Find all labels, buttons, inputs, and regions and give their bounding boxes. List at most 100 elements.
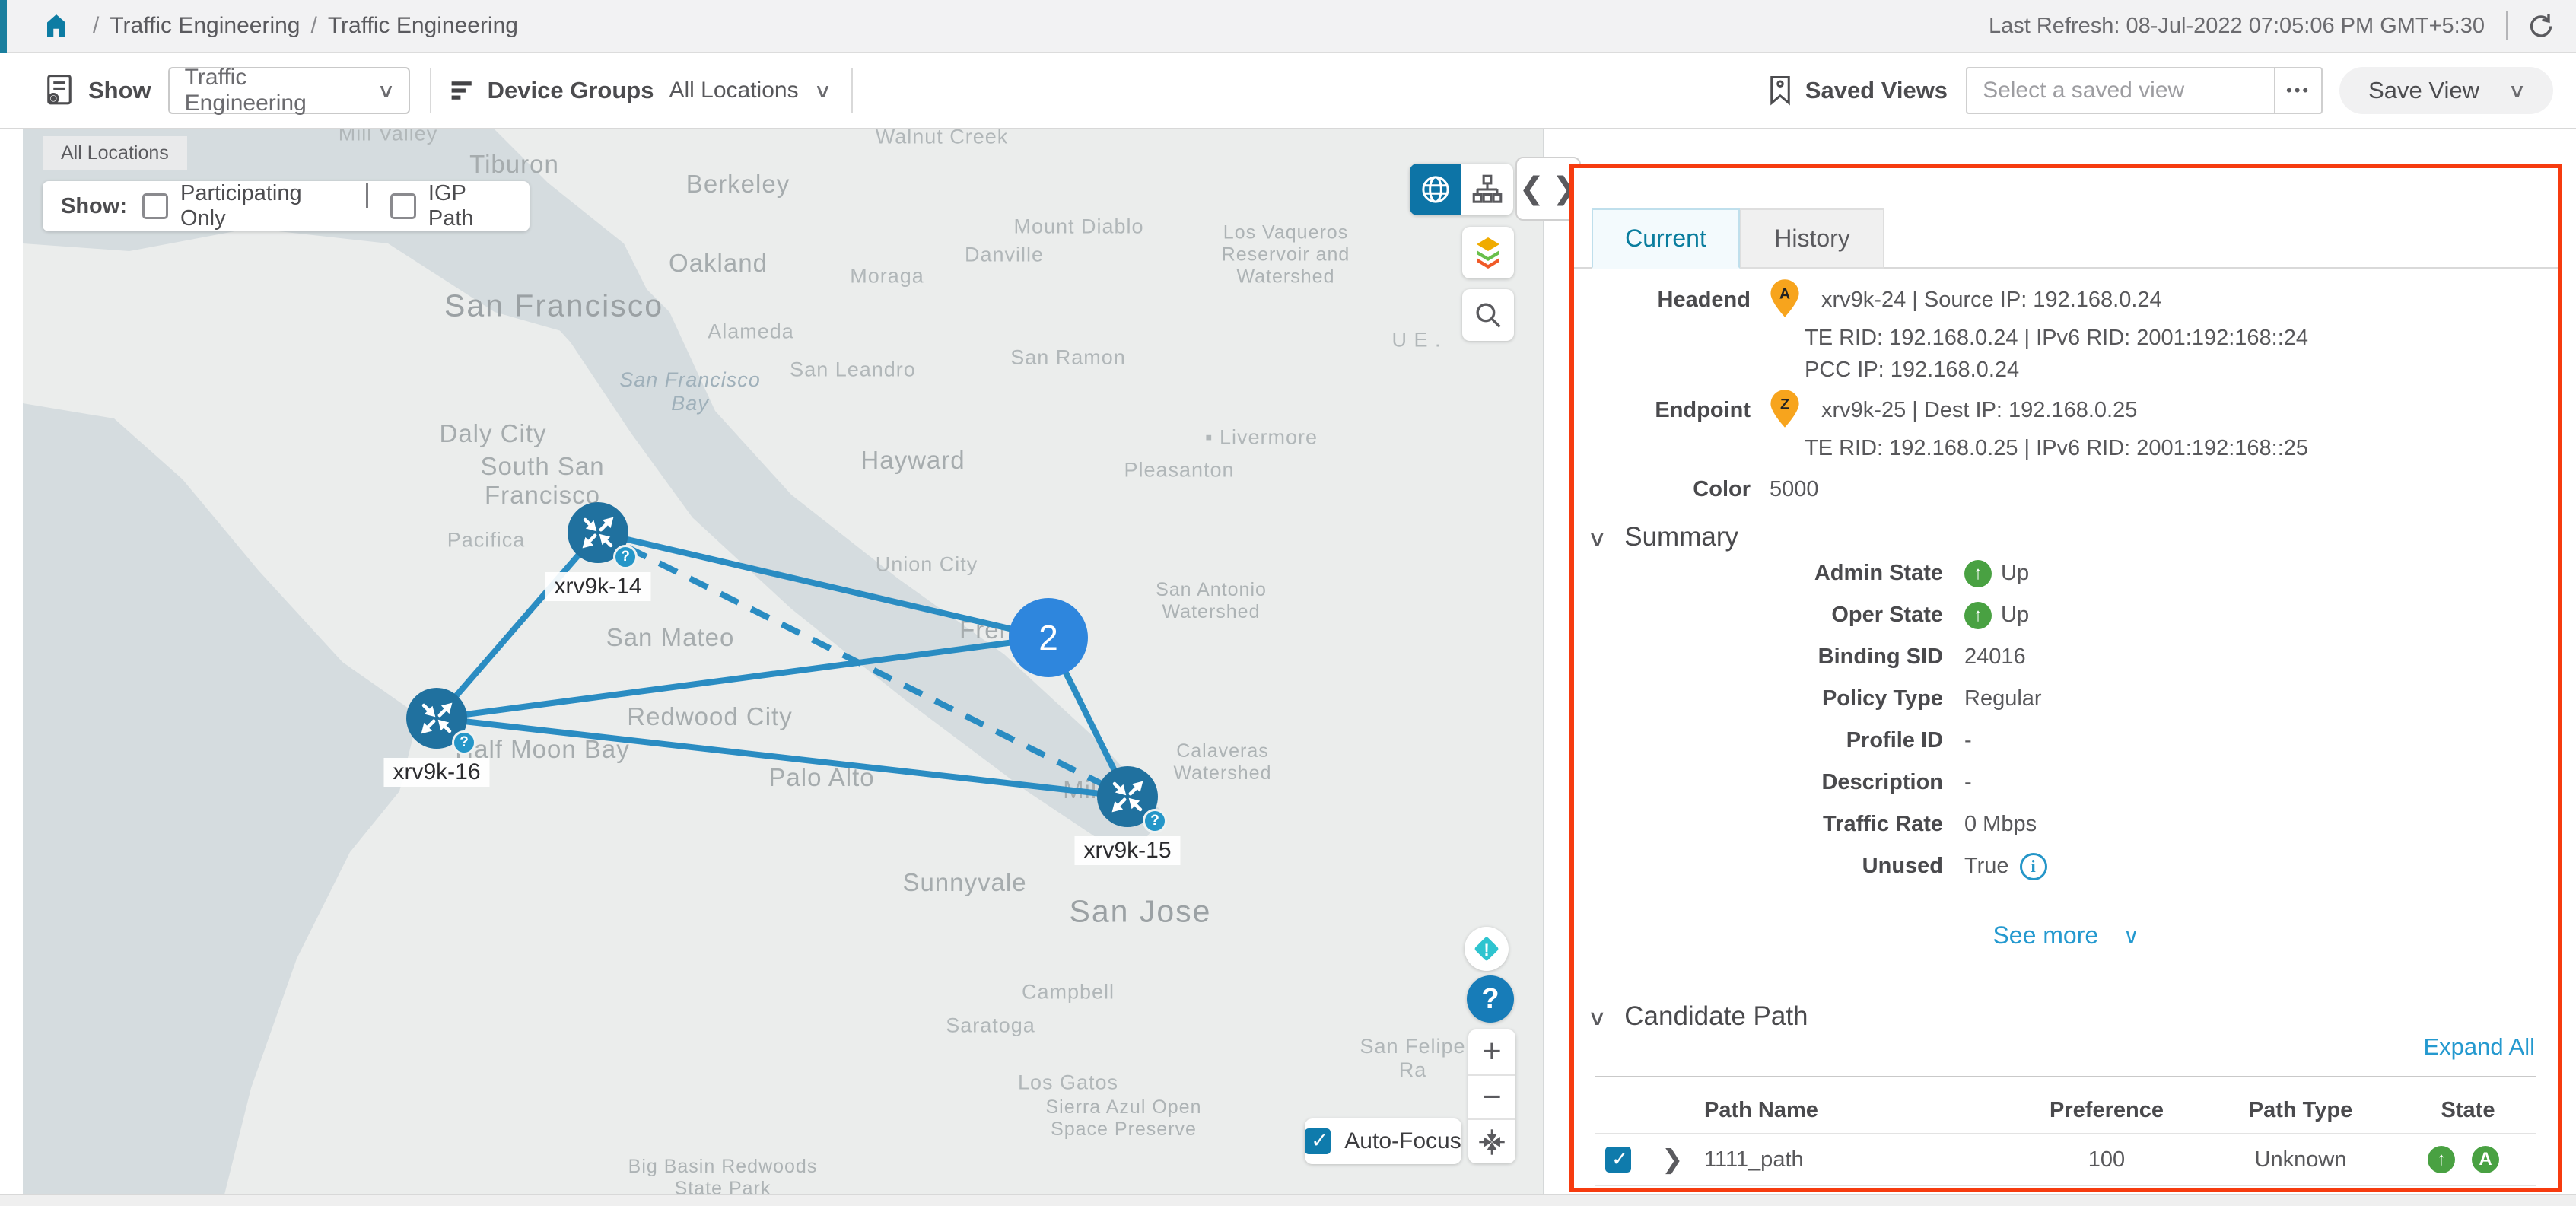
svg-text:Z: Z (1780, 396, 1789, 413)
chevron-down-icon: ∨ (1587, 1005, 1607, 1030)
col-path-type: Path Type (2202, 1098, 2399, 1123)
node-question-badge[interactable]: ? (1143, 809, 1167, 833)
panel-tab[interactable]: History (1740, 208, 1884, 269)
state-up-icon (2428, 1146, 2455, 1173)
panel-tab[interactable]: Current (1592, 208, 1740, 269)
col-path-name: Path Name (1704, 1098, 2012, 1123)
headend-line1: xrv9k-24 | Source IP: 192.168.0.24 (1821, 288, 2162, 313)
chevron-down-icon: ∨ (2123, 924, 2139, 948)
node-label: xrv9k-16 (383, 758, 489, 787)
color-value: 5000 (1770, 477, 1819, 502)
endpoint-label: Endpoint (1574, 398, 1751, 423)
filter-checkbox-item[interactable]: Participating Only (142, 181, 343, 231)
node-question-badge[interactable]: ? (613, 545, 638, 569)
save-view-button[interactable]: Save View ∨ (2339, 67, 2553, 114)
state-up-icon (1964, 560, 1992, 587)
summary-row-label: Oper State (1595, 603, 1964, 628)
zoom-controls: + − (1468, 1029, 1515, 1163)
auto-focus-checkbox[interactable] (1305, 1128, 1331, 1154)
te-links (23, 129, 1544, 1195)
headend-label: Headend (1574, 288, 1751, 313)
summary-row: Profile ID - (1595, 720, 2536, 762)
router-node[interactable]: ? xrv9k-16 (406, 688, 467, 749)
topology-map[interactable]: Mill ValleyTiburonBerkeleyWalnut CreekMo… (23, 129, 1544, 1195)
brand-accent-strip (0, 0, 7, 53)
saved-views-label: Saved Views (1805, 77, 1948, 104)
col-state: State (2399, 1098, 2536, 1123)
candidate-path-row[interactable]: ❯ 1111_path 100 Unknown (1595, 1133, 2536, 1186)
summary-row-value: - (1964, 770, 1972, 795)
geo-view-button[interactable] (1410, 164, 1461, 215)
chevron-down-icon[interactable]: ∨ (813, 79, 832, 103)
summary-row-label: Admin State (1595, 561, 1964, 586)
alert-icon[interactable]: ! (1465, 927, 1509, 971)
row-checkbox-cell (1595, 1147, 1662, 1173)
summary-row: Traffic Rate 0 Mbps (1595, 803, 2536, 845)
breadcrumb-separator: / (93, 13, 99, 39)
show-label: Show (88, 77, 151, 104)
device-groups-label: Device Groups (488, 77, 654, 104)
summary-row: Admin State Up (1595, 552, 2536, 594)
headend-pin-icon: A (1770, 278, 1800, 324)
show-select[interactable]: Traffic Engineering ∨ (168, 67, 410, 114)
te-link-xrv9k-14-cluster-2[interactable] (598, 533, 1048, 638)
summary-row-label: Policy Type (1595, 686, 1964, 711)
summary-row: Unused True (1595, 845, 2536, 887)
recenter-button[interactable] (1468, 1118, 1515, 1163)
help-icon[interactable]: ? (1467, 975, 1514, 1023)
show-select-value: Traffic Engineering (185, 65, 359, 116)
zoom-out-button[interactable]: − (1468, 1074, 1515, 1119)
see-more-link[interactable]: See more ∨ (1574, 921, 2558, 950)
node-question-badge[interactable]: ? (452, 730, 476, 755)
location-chip[interactable]: All Locations (43, 136, 187, 170)
te-link-xrv9k-16-cluster-2[interactable] (437, 638, 1048, 718)
device-groups-value[interactable]: All Locations (669, 78, 798, 103)
auto-focus-toggle[interactable]: Auto-Focus (1305, 1118, 1461, 1164)
home-icon[interactable] (43, 12, 70, 40)
endpoint-line2: TE RID: 192.168.0.25 | IPv6 RID: 2001:19… (1805, 436, 2308, 461)
map-search-button[interactable] (1462, 289, 1514, 341)
headend-line3: PCC IP: 192.168.0.24 (1805, 358, 2019, 383)
candidate-path-title: Candidate Path (1624, 1001, 1808, 1031)
row-checkbox[interactable] (1605, 1147, 1631, 1173)
divider (851, 68, 853, 113)
chevron-down-icon: ∨ (2508, 79, 2527, 103)
refresh-icon[interactable] (2526, 11, 2556, 41)
layers-button[interactable] (1462, 227, 1514, 278)
logical-view-button[interactable] (1461, 164, 1513, 215)
checkbox[interactable] (390, 193, 416, 219)
router-node[interactable]: ? xrv9k-15 (1097, 766, 1158, 827)
summary-section-header[interactable]: ∨ Summary (1589, 522, 1738, 552)
zoom-in-button[interactable]: + (1468, 1029, 1515, 1074)
path-preference: 100 (2012, 1147, 2202, 1173)
filters-show-label: Show: (61, 194, 127, 219)
see-more-label: See more (1992, 921, 2098, 949)
path-type: Unknown (2202, 1147, 2399, 1173)
path-name: 1111_path (1704, 1147, 2012, 1173)
router-node[interactable]: ? xrv9k-14 (568, 502, 628, 563)
saved-view-input[interactable] (1966, 67, 2274, 114)
summary-row-value: Regular (1964, 686, 2042, 711)
summary-row-label: Profile ID (1595, 728, 1964, 753)
candidate-table-header: Path Name Preference Path Type State (1595, 1090, 2536, 1130)
auto-focus-label: Auto-Focus (1344, 1128, 1461, 1154)
bottom-strip (0, 1194, 2576, 1206)
expand-all-link[interactable]: Expand All (2424, 1033, 2536, 1061)
info-icon[interactable] (2020, 853, 2047, 880)
row-expand-icon[interactable]: ❯ (1662, 1144, 1704, 1175)
col-preference: Preference (2012, 1098, 2202, 1123)
summary-row: Policy Type Regular (1595, 678, 2536, 720)
candidate-path-section-header[interactable]: ∨ Candidate Path (1589, 1001, 1808, 1032)
saved-views-more-button[interactable]: ••• (2274, 67, 2323, 114)
node-cluster[interactable]: 2 (1009, 598, 1088, 677)
divider (430, 68, 431, 113)
chevron-left-icon: ❮ (1519, 171, 1544, 206)
summary-row-value: Up (2001, 561, 2029, 586)
filter-checkbox-item[interactable]: IGP Path (360, 181, 511, 231)
last-refresh-text: Last Refresh: 08-Jul-2022 07:05:06 PM GM… (1989, 14, 2485, 39)
checkbox[interactable] (142, 193, 168, 219)
breadcrumb-item[interactable]: Traffic Engineering (110, 13, 300, 39)
te-link-xrv9k-16-xrv9k-15[interactable] (437, 718, 1127, 797)
table-divider (1595, 1076, 2536, 1077)
summary-row-label: Binding SID (1595, 644, 1964, 670)
